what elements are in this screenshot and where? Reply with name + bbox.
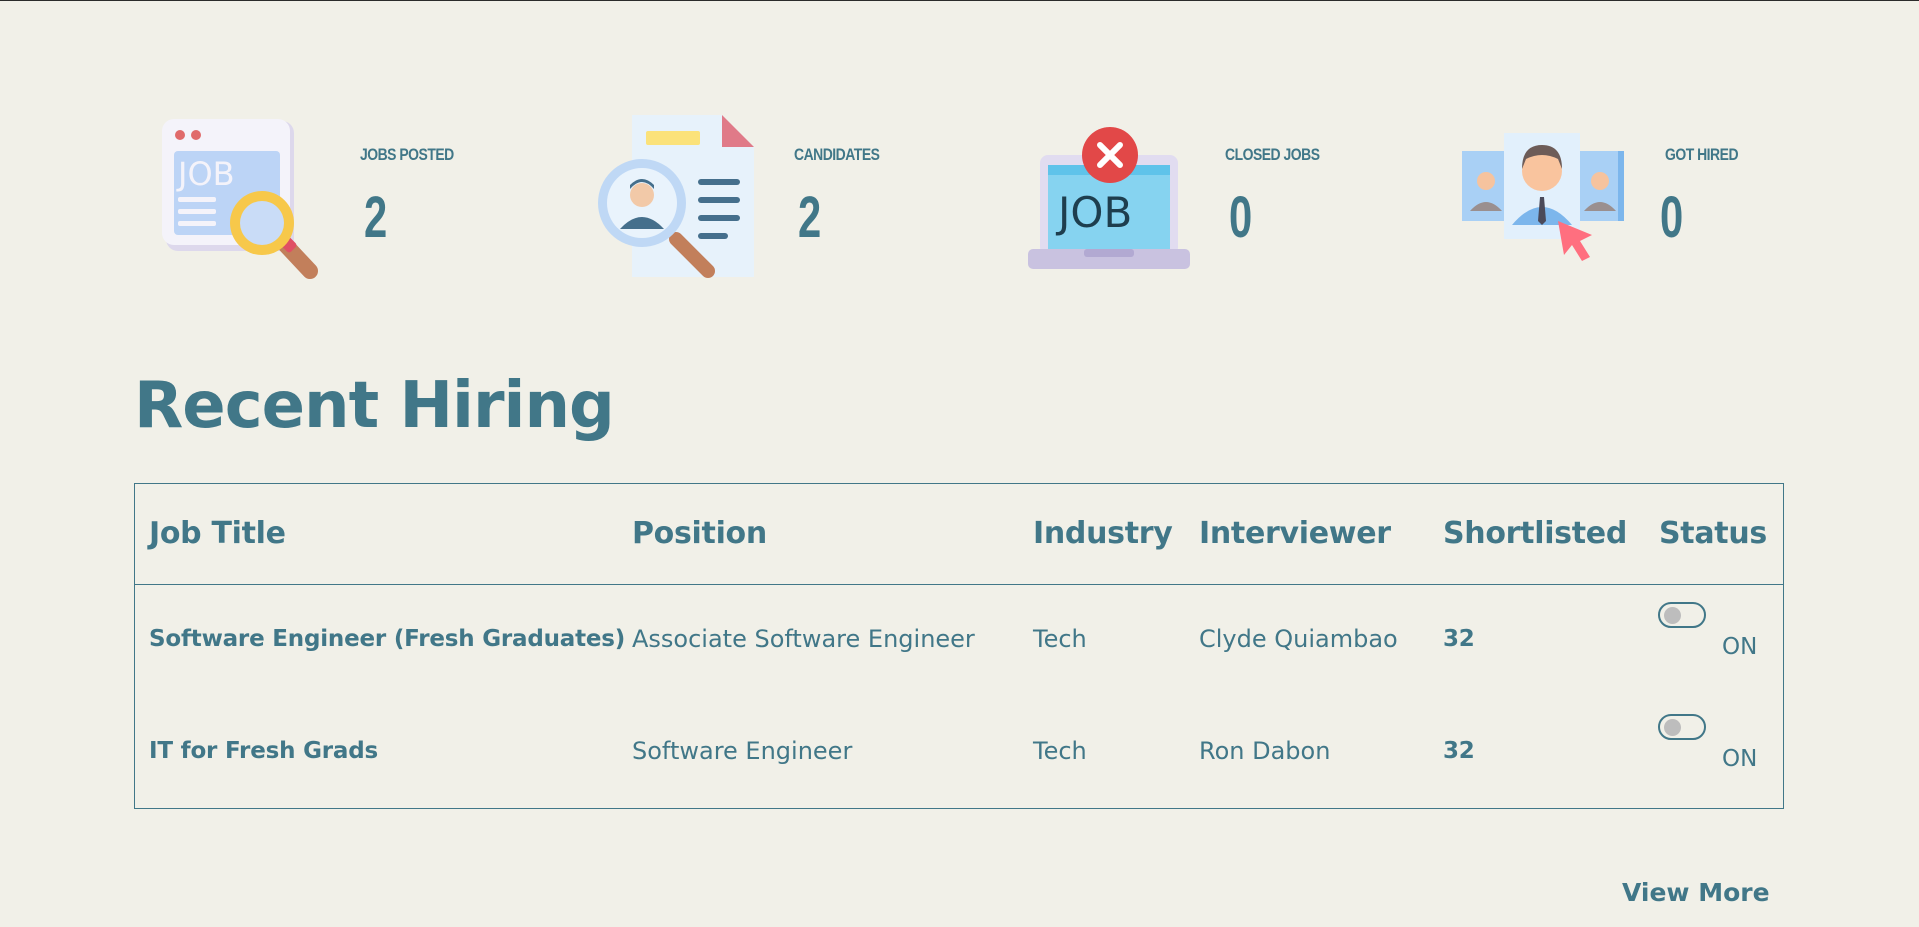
stat-value: 0 — [1660, 185, 1684, 250]
column-header-industry: Industry — [1033, 516, 1173, 551]
svg-text:JOB: JOB — [1055, 188, 1132, 237]
stat-label: CLOSED JOBS — [1225, 145, 1320, 164]
cell-job-title: IT for Fresh Grads — [149, 738, 378, 764]
stat-label: JOBS POSTED — [360, 145, 454, 164]
toggle-knob — [1664, 607, 1681, 624]
cell-position: Software Engineer — [632, 737, 853, 765]
hired-person-icon — [1462, 133, 1624, 261]
cell-industry: Tech — [1033, 625, 1087, 653]
status-toggle[interactable] — [1658, 714, 1706, 740]
cell-shortlisted: 32 — [1443, 626, 1475, 652]
cell-position: Associate Software Engineer — [632, 625, 975, 653]
closed-job-laptop-icon: JOB — [1028, 127, 1190, 269]
status-toggle[interactable] — [1658, 602, 1706, 628]
cell-interviewer: Ron Dabon — [1199, 737, 1331, 765]
status-label: ON — [1722, 634, 1758, 660]
svg-text:JOB: JOB — [176, 155, 235, 193]
column-header-shortlisted: Shortlisted — [1443, 516, 1627, 551]
cell-industry: Tech — [1033, 737, 1087, 765]
job-search-icon: JOB — [162, 119, 318, 279]
recent-hiring-table: Job Title Position Industry Interviewer … — [134, 483, 1784, 809]
column-header-interviewer: Interviewer — [1199, 516, 1391, 551]
stat-value: 0 — [1229, 185, 1253, 250]
stat-label: GOT HIRED — [1665, 145, 1739, 164]
stat-label: CANDIDATES — [794, 145, 880, 164]
candidate-resume-icon — [598, 115, 754, 278]
stat-value: 2 — [798, 185, 822, 250]
cell-shortlisted: 32 — [1443, 738, 1475, 764]
stat-value: 2 — [364, 185, 388, 250]
cell-interviewer: Clyde Quiambao — [1199, 625, 1398, 653]
column-header-job-title: Job Title — [149, 516, 286, 551]
column-header-status: Status — [1659, 516, 1767, 551]
cell-job-title: Software Engineer (Fresh Graduates) — [149, 626, 626, 652]
recent-hiring-title: Recent Hiring — [134, 369, 615, 443]
stats-row: JOB JOBS POSTED 2 CANDIDATES 2 JOB CLOSE… — [0, 1, 1919, 291]
toggle-knob — [1664, 719, 1681, 736]
header-divider — [135, 584, 1783, 585]
view-more-link[interactable]: View More — [1622, 878, 1770, 907]
status-label: ON — [1722, 746, 1758, 772]
column-header-position: Position — [632, 516, 767, 551]
